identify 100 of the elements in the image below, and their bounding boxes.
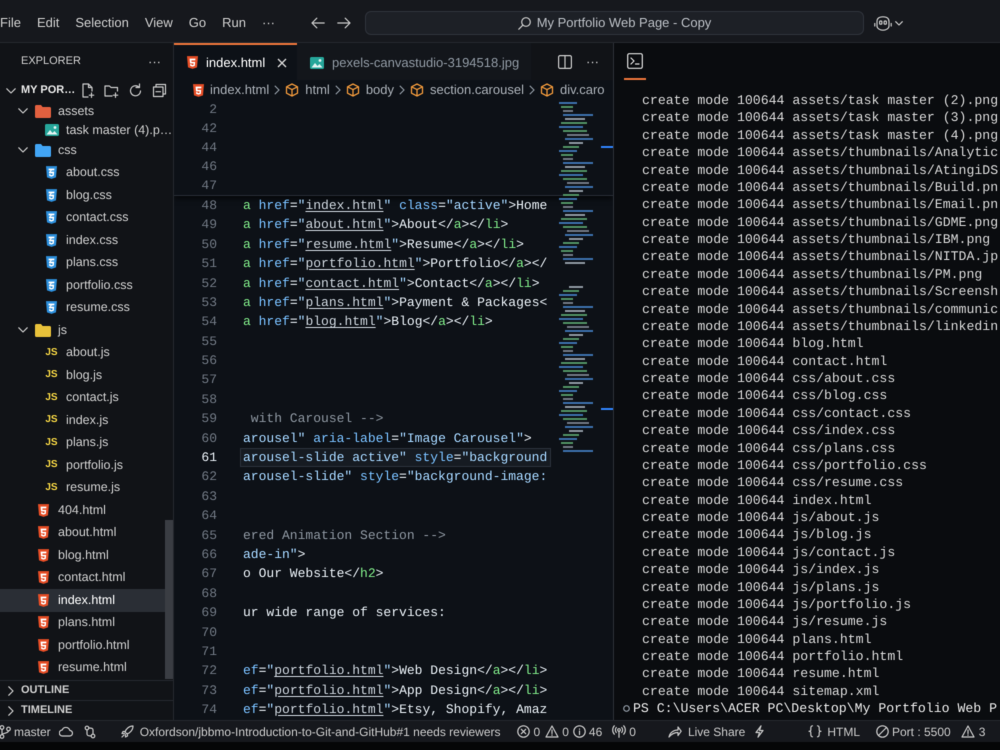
tree-item[interactable]: resume.html bbox=[0, 656, 165, 679]
terminal-line: create mode 100644 js/blog.js bbox=[642, 526, 872, 544]
new-folder-icon[interactable] bbox=[104, 83, 119, 98]
terminal-line: create mode 100644 css/index.css bbox=[642, 422, 896, 440]
tree-item[interactable]: JS plans.js bbox=[0, 432, 173, 454]
tree-item[interactable]: about.css bbox=[0, 162, 173, 184]
collapse-all-icon[interactable] bbox=[152, 83, 167, 98]
branch-button[interactable]: master bbox=[0, 721, 51, 742]
breadcrumb-item[interactable]: body bbox=[346, 80, 394, 100]
breadcrumb-item[interactable]: html bbox=[285, 80, 330, 100]
tree-item[interactable]: JS portfolio.js bbox=[0, 454, 173, 476]
tree-item[interactable]: plans.html bbox=[0, 612, 165, 634]
chevron-right-icon bbox=[274, 85, 280, 95]
chevron-down-icon[interactable] bbox=[895, 20, 903, 26]
tree-item[interactable]: resume.css bbox=[0, 296, 173, 319]
line-number: 73 bbox=[200, 682, 217, 700]
menu-item[interactable]: ··· bbox=[254, 11, 283, 35]
tree-item[interactable]: contact.css bbox=[0, 206, 173, 229]
line-number: 60 bbox=[200, 430, 217, 448]
tree-item[interactable]: JS contact.js bbox=[0, 386, 173, 409]
more-actions-button[interactable]: ··· bbox=[148, 55, 161, 68]
menu-item[interactable]: Edit bbox=[28, 11, 68, 35]
js-file-icon: JS bbox=[45, 438, 58, 448]
menu-item[interactable]: File bbox=[0, 11, 29, 35]
terminal-line: create mode 100644 plans.html bbox=[642, 630, 872, 648]
tree-item[interactable]: portfolio.html bbox=[0, 634, 165, 656]
tree-item[interactable]: plans.css bbox=[0, 252, 173, 274]
chevron-right-icon bbox=[399, 85, 406, 95]
breadcrumb-item[interactable]: section.carousel bbox=[410, 80, 524, 100]
terminal-line: create mode 100644 sitemap.xml bbox=[642, 682, 880, 700]
forward-arrow-icon[interactable] bbox=[337, 17, 351, 29]
alerts-button[interactable]: 3 bbox=[960, 721, 986, 742]
rocket-icon bbox=[120, 725, 134, 738]
live-share-button[interactable]: Live Share bbox=[668, 721, 746, 742]
tree-item[interactable]: contact.html bbox=[0, 566, 165, 589]
menu-item[interactable]: Run bbox=[214, 11, 254, 35]
terminal-line: create mode 100644 assets/thumbnails/AtingiDS bbox=[642, 162, 998, 179]
tree-item[interactable]: blog.css bbox=[0, 184, 173, 206]
terminal-line: create mode 100644 portfolio.html bbox=[642, 648, 904, 666]
line-number: 55 bbox=[200, 332, 217, 351]
cloud-icon[interactable] bbox=[58, 726, 73, 737]
language-mode-button[interactable]: HTML bbox=[808, 721, 860, 742]
workspace-folder-header[interactable]: MY POR… bbox=[0, 80, 76, 101]
back-arrow-icon[interactable] bbox=[311, 17, 325, 29]
scrollbar-thumb[interactable] bbox=[165, 520, 173, 679]
editor-tab[interactable]: index.html bbox=[174, 43, 297, 80]
command-center-search[interactable]: My Portfolio Web Page - Copy bbox=[365, 11, 864, 35]
ports-button[interactable]: 0 bbox=[612, 721, 636, 742]
menu-item[interactable]: View bbox=[136, 11, 181, 35]
html-file-icon bbox=[38, 638, 49, 652]
line-number: 71 bbox=[200, 642, 217, 661]
tree-item[interactable]: JS index.js bbox=[0, 409, 173, 432]
terminal-line: create mode 100644 blog.html bbox=[642, 335, 864, 353]
menu-item[interactable]: Go bbox=[180, 11, 214, 35]
nodes-icon[interactable] bbox=[84, 724, 96, 738]
pull-request-button[interactable]: Oxfordson/jbbmo-Introduction-to-Git-and-GitHub#1 needs reviewers bbox=[120, 721, 501, 742]
code-text: ef="portfolio.html">Etsy, Shopify, Amaz bbox=[243, 701, 548, 720]
html-file-icon bbox=[38, 571, 49, 584]
copilot-icon[interactable] bbox=[874, 16, 892, 30]
problems-button[interactable]: 0 0 46 bbox=[516, 721, 602, 742]
line-number: 48 bbox=[200, 196, 217, 215]
tree-item[interactable]: index.css bbox=[0, 229, 173, 252]
tree-item[interactable]: blog.html bbox=[0, 544, 165, 566]
server-port-button[interactable]: Port : 5500 bbox=[876, 721, 951, 742]
breadcrumb-item[interactable]: index.html bbox=[193, 80, 270, 100]
tree-item[interactable]: JS resume.js bbox=[0, 476, 173, 499]
tree-item[interactable]: about.html bbox=[0, 522, 165, 544]
breadcrumb-item[interactable]: div.caro bbox=[540, 80, 605, 100]
code-text: a href="about.html">About</a></li> bbox=[243, 216, 508, 234]
tree-item[interactable]: css bbox=[0, 139, 173, 162]
tree-item[interactable]: JS about.js bbox=[0, 342, 173, 364]
line-number: 66 bbox=[200, 546, 217, 564]
terminal-line: create mode 100644 css/blog.css bbox=[642, 387, 888, 405]
section-header[interactable]: OUTLINE bbox=[0, 680, 173, 700]
tree-item[interactable]: assets bbox=[0, 101, 173, 121]
split-editor-icon[interactable] bbox=[558, 54, 572, 68]
tree-item[interactable]: task master (4).p… bbox=[0, 121, 173, 139]
html-file-icon bbox=[193, 84, 204, 96]
code-text: o Our Website</h2> bbox=[243, 565, 384, 584]
menu-item[interactable]: Selection bbox=[67, 11, 137, 35]
terminal-line: create mode 100644 assets/task master (3).png bbox=[642, 109, 998, 127]
tree-item[interactable]: js bbox=[0, 319, 173, 342]
js-file-icon: JS bbox=[45, 370, 58, 380]
more-actions-button[interactable]: ··· bbox=[586, 55, 599, 68]
close-icon[interactable] bbox=[277, 58, 287, 68]
html-file-icon bbox=[38, 661, 49, 674]
new-file-icon[interactable] bbox=[80, 83, 95, 98]
tree-item[interactable]: index.html bbox=[0, 589, 165, 612]
editor-tab[interactable]: pexels-canvastudio-3194518.jpg bbox=[297, 43, 532, 80]
lightning-icon[interactable] bbox=[755, 725, 764, 738]
tree-item[interactable]: 404.html bbox=[0, 499, 165, 522]
image-file-icon bbox=[310, 56, 324, 68]
line-number: 52 bbox=[200, 274, 217, 293]
code-text: arousel-slide" style="background-image: bbox=[243, 468, 548, 486]
terminal-line: create mode 100644 assets/thumbnails/Analytic bbox=[642, 144, 998, 162]
branch-icon bbox=[0, 724, 11, 738]
terminal-line: create mode 100644 js/index.js bbox=[642, 561, 880, 578]
tree-item[interactable]: portfolio.css bbox=[0, 274, 173, 296]
tree-item[interactable]: JS blog.js bbox=[0, 364, 173, 386]
refresh-icon[interactable] bbox=[128, 83, 143, 98]
